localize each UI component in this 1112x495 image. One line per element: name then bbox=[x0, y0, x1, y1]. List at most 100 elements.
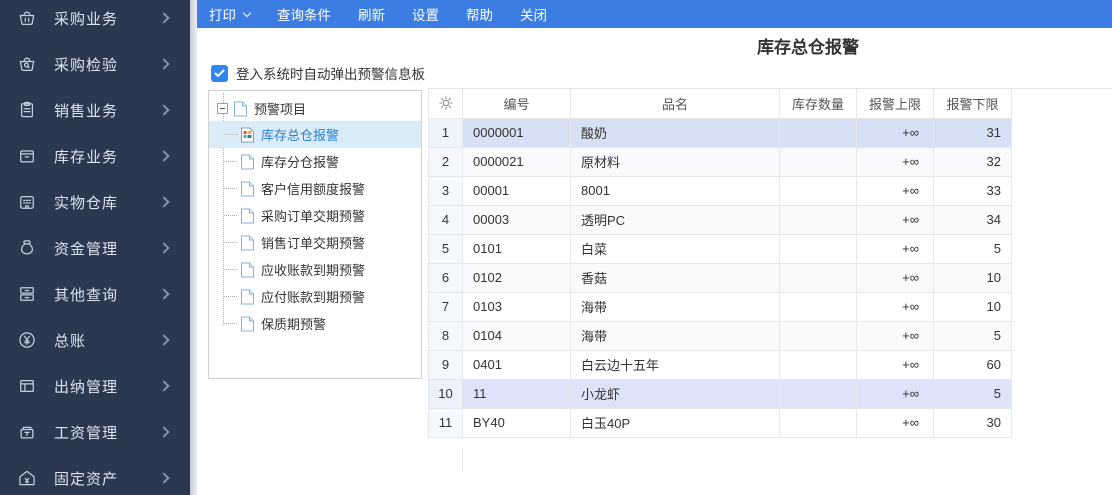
cell-qty[interactable] bbox=[780, 176, 857, 205]
collapse-icon[interactable] bbox=[217, 103, 228, 114]
cell-qty[interactable] bbox=[780, 350, 857, 379]
auto-popup-checkbox[interactable] bbox=[211, 65, 228, 82]
cell-name[interactable]: 8001 bbox=[571, 176, 780, 205]
cell-upper[interactable]: +∞ bbox=[857, 176, 934, 205]
tree-item-customer-credit-alarm[interactable]: 客户信用额度报警 bbox=[209, 175, 421, 202]
cell-code[interactable]: 0000021 bbox=[463, 147, 571, 176]
column-settings-button[interactable] bbox=[429, 89, 463, 118]
cell-lower[interactable]: 10 bbox=[934, 292, 1012, 321]
sidebar-item-fund-management[interactable]: 资金管理 bbox=[0, 225, 190, 271]
cell-name[interactable]: 透明PC bbox=[571, 205, 780, 234]
cell-qty[interactable] bbox=[780, 292, 857, 321]
cell-upper[interactable]: +∞ bbox=[857, 379, 934, 408]
sidebar-item-physical-warehouse[interactable]: 实物仓库 bbox=[0, 179, 190, 225]
tree-item-payables-due-warning[interactable]: 应付账款到期预警 bbox=[209, 283, 421, 310]
cell-code[interactable]: 00003 bbox=[463, 205, 571, 234]
refresh-button[interactable]: 刷新 bbox=[358, 4, 385, 24]
cell-name[interactable]: 海带 bbox=[571, 321, 780, 350]
cell-qty[interactable] bbox=[780, 408, 857, 437]
table-row[interactable]: 11BY40白玉40P+∞30 bbox=[429, 408, 1012, 437]
close-button[interactable]: 关闭 bbox=[520, 4, 547, 24]
cell-code[interactable]: 11 bbox=[463, 379, 571, 408]
cell-lower[interactable]: 33 bbox=[934, 176, 1012, 205]
cell-lower[interactable]: 10 bbox=[934, 263, 1012, 292]
cell-code[interactable]: BY40 bbox=[463, 408, 571, 437]
cell-upper[interactable]: +∞ bbox=[857, 263, 934, 292]
cell-upper[interactable]: +∞ bbox=[857, 234, 934, 263]
cell-name[interactable]: 白菜 bbox=[571, 234, 780, 263]
print-button[interactable]: 打印 bbox=[209, 4, 250, 24]
cell-qty[interactable] bbox=[780, 118, 857, 147]
cell-code[interactable]: 0401 bbox=[463, 350, 571, 379]
cell-lower[interactable]: 5 bbox=[934, 379, 1012, 408]
table-row[interactable]: 3000018001+∞33 bbox=[429, 176, 1012, 205]
tree-item-sub-warehouse-alarm[interactable]: 库存分仓报警 bbox=[209, 148, 421, 175]
cell-name[interactable]: 香菇 bbox=[571, 263, 780, 292]
tree-item-purchase-order-due-warning[interactable]: 采购订单交期预警 bbox=[209, 202, 421, 229]
table-row[interactable]: 20000021原材料+∞32 bbox=[429, 147, 1012, 176]
tree-item-receivables-due-warning[interactable]: 应收账款到期预警 bbox=[209, 256, 421, 283]
cell-code[interactable]: 0103 bbox=[463, 292, 571, 321]
cell-code[interactable]: 0104 bbox=[463, 321, 571, 350]
table-row[interactable]: 70103海带+∞10 bbox=[429, 292, 1012, 321]
sidebar-item-purchase-inspection[interactable]: 采购检验 bbox=[0, 41, 190, 87]
cell-lower[interactable]: 30 bbox=[934, 408, 1012, 437]
cell-qty[interactable] bbox=[780, 379, 857, 408]
header-qty[interactable]: 库存数量 bbox=[780, 89, 857, 118]
header-code[interactable]: 编号 bbox=[463, 89, 571, 118]
cell-upper[interactable]: +∞ bbox=[857, 350, 934, 379]
header-lower[interactable]: 报警下限 bbox=[934, 89, 1012, 118]
table-row[interactable]: 60102香菇+∞10 bbox=[429, 263, 1012, 292]
cell-qty[interactable] bbox=[780, 205, 857, 234]
cell-lower[interactable]: 34 bbox=[934, 205, 1012, 234]
sidebar-item-general-ledger[interactable]: 总账 bbox=[0, 317, 190, 363]
cell-name[interactable]: 白云边十五年 bbox=[571, 350, 780, 379]
cell-lower[interactable]: 5 bbox=[934, 234, 1012, 263]
sidebar-item-salary-management[interactable]: 工资管理 bbox=[0, 409, 190, 455]
cell-upper[interactable]: +∞ bbox=[857, 321, 934, 350]
settings-button[interactable]: 设置 bbox=[412, 4, 439, 24]
cell-qty[interactable] bbox=[780, 147, 857, 176]
table-row[interactable]: 50101白菜+∞5 bbox=[429, 234, 1012, 263]
cell-name[interactable]: 原材料 bbox=[571, 147, 780, 176]
cell-code[interactable]: 0102 bbox=[463, 263, 571, 292]
tree-item-shelf-life-warning[interactable]: 保质期预警 bbox=[209, 310, 421, 337]
table-row[interactable]: 80104海带+∞5 bbox=[429, 321, 1012, 350]
tree-item-sales-order-due-warning[interactable]: 销售订单交期预警 bbox=[209, 229, 421, 256]
cell-upper[interactable]: +∞ bbox=[857, 408, 934, 437]
cell-qty[interactable] bbox=[780, 321, 857, 350]
sidebar-item-sales-business[interactable]: 销售业务 bbox=[0, 87, 190, 133]
cell-name[interactable]: 白玉40P bbox=[571, 408, 780, 437]
cell-name[interactable]: 酸奶 bbox=[571, 118, 780, 147]
cell-qty[interactable] bbox=[780, 234, 857, 263]
sidebar-item-cashier-management[interactable]: 出纳管理 bbox=[0, 363, 190, 409]
header-name[interactable]: 品名 bbox=[571, 89, 780, 118]
table-row[interactable]: 10000001酸奶+∞31 bbox=[429, 118, 1012, 147]
cell-upper[interactable]: +∞ bbox=[857, 292, 934, 321]
sidebar-item-fixed-assets[interactable]: 固定资产 bbox=[0, 455, 190, 495]
cell-code[interactable]: 0101 bbox=[463, 234, 571, 263]
tree-root-warning-items[interactable]: 预警项目 bbox=[209, 96, 421, 121]
query-conditions-button[interactable]: 查询条件 bbox=[277, 4, 331, 24]
cell-code[interactable]: 0000001 bbox=[463, 118, 571, 147]
cell-lower[interactable]: 32 bbox=[934, 147, 1012, 176]
cell-upper[interactable]: +∞ bbox=[857, 118, 934, 147]
cell-code[interactable]: 00001 bbox=[463, 176, 571, 205]
help-button[interactable]: 帮助 bbox=[466, 4, 493, 24]
table-row[interactable]: 90401白云边十五年+∞60 bbox=[429, 350, 1012, 379]
sidebar-item-purchase-business[interactable]: 采购业务 bbox=[0, 0, 190, 41]
cell-qty[interactable] bbox=[780, 263, 857, 292]
sidebar-item-inventory-business[interactable]: 库存业务 bbox=[0, 133, 190, 179]
tree-item-main-warehouse-alarm[interactable]: 库存总仓报警 bbox=[209, 121, 421, 148]
cell-upper[interactable]: +∞ bbox=[857, 147, 934, 176]
cell-name[interactable]: 小龙虾 bbox=[571, 379, 780, 408]
cell-upper[interactable]: +∞ bbox=[857, 205, 934, 234]
cell-name[interactable]: 海带 bbox=[571, 292, 780, 321]
table-row[interactable]: 1011小龙虾+∞5 bbox=[429, 379, 1012, 408]
cell-lower[interactable]: 5 bbox=[934, 321, 1012, 350]
sidebar-item-other-queries[interactable]: 其他查询 bbox=[0, 271, 190, 317]
header-upper[interactable]: 报警上限 bbox=[857, 89, 934, 118]
table-row[interactable]: 400003透明PC+∞34 bbox=[429, 205, 1012, 234]
cell-lower[interactable]: 31 bbox=[934, 118, 1012, 147]
cell-lower[interactable]: 60 bbox=[934, 350, 1012, 379]
